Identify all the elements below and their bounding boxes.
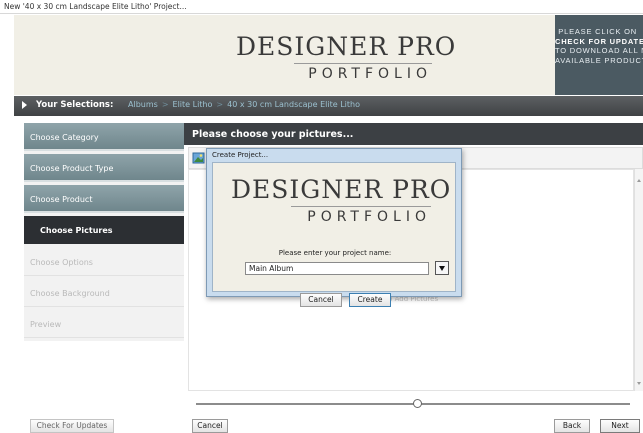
project-name-input[interactable]: [245, 262, 429, 275]
updates-promo-line4: AVAILABLE PRODUCTS: [555, 55, 643, 65]
sidebar: Choose Category Choose Product Type Choo…: [24, 123, 184, 341]
scroll-up-icon[interactable]: [637, 179, 641, 182]
zoom-slider[interactable]: [196, 398, 630, 410]
play-arrow-icon: [22, 101, 27, 109]
updates-promo-line3: TO DOWNLOAD ALL NEW: [555, 46, 643, 55]
vertical-scrollbar[interactable]: [634, 169, 643, 391]
breadcrumb-item[interactable]: 40 x 30 cm Landscape Elite Litho: [227, 100, 360, 109]
dialog-brand-line1: DESIGNER PRO: [231, 175, 452, 204]
header-banner: DESIGNER PRO PORTFOLIO PLEASE CLICK ON C…: [14, 15, 643, 95]
window-titlebar: New '40 x 30 cm Landscape Elite Litho' P…: [0, 0, 643, 14]
sidebar-item-preview: Preview: [24, 310, 184, 338]
chevron-down-icon: [439, 266, 445, 271]
dialog-title: Create Project...: [212, 151, 269, 159]
updates-promo: PLEASE CLICK ON CHECK FOR UPDATES TO DOW…: [555, 15, 643, 95]
sidebar-item-choose-product[interactable]: Choose Product: [24, 185, 184, 213]
updates-promo-line2: CHECK FOR UPDATES: [555, 36, 643, 46]
dialog-brand-rule: [291, 206, 431, 207]
sidebar-item-choose-pictures[interactable]: Choose Pictures: [24, 216, 184, 244]
brand-logo-line2: PORTFOLIO: [308, 66, 432, 82]
selections-bar: Your Selections: Albums > Elite Litho >40 x…: [14, 96, 643, 116]
add-pictures-icon[interactable]: [192, 151, 206, 165]
next-button[interactable]: Next: [600, 419, 640, 433]
breadcrumb-separator-icon: >: [161, 100, 169, 109]
cancel-button[interactable]: Cancel: [192, 419, 228, 433]
zoom-slider-thumb[interactable]: [413, 399, 422, 408]
breadcrumb-item[interactable]: Elite Litho: [173, 100, 213, 109]
main-heading: Please choose your pictures...: [184, 123, 643, 145]
updates-promo-line1: PLEASE CLICK ON: [558, 27, 637, 36]
scroll-down-icon[interactable]: [637, 382, 641, 385]
back-button[interactable]: Back: [554, 419, 590, 433]
sidebar-item-choose-background: Choose Background: [24, 279, 184, 307]
breadcrumb-separator-icon: >: [216, 100, 224, 109]
selections-label: Your Selections:: [36, 100, 114, 110]
window-title: New '40 x 30 cm Landscape Elite Litho' P…: [4, 2, 187, 11]
brand-logo-rule: [294, 63, 432, 64]
check-for-updates-button[interactable]: Check For Updates: [30, 419, 114, 433]
create-project-dialog: Create Project... DESIGNER PRO PORTFOLIO…: [206, 148, 462, 307]
project-name-prompt: Please enter your project name:: [278, 249, 392, 257]
dialog-create-button[interactable]: Create: [349, 293, 391, 307]
dialog-cancel-button[interactable]: Cancel: [300, 293, 342, 307]
brand-logo-line1: DESIGNER PRO: [236, 32, 457, 61]
project-name-dropdown-button[interactable]: [435, 261, 449, 275]
breadcrumb-item[interactable]: Albums: [128, 100, 158, 109]
brand-logo: DESIGNER PRO PORTFOLIO: [236, 32, 457, 83]
sidebar-item-choose-product-type[interactable]: Choose Product Type: [24, 154, 184, 182]
sidebar-item-choose-options: Choose Options: [24, 248, 184, 276]
dialog-brand-logo: DESIGNER PRO PORTFOLIO: [231, 175, 452, 226]
sidebar-item-choose-category[interactable]: Choose Category: [24, 123, 184, 151]
dialog-brand-line2: PORTFOLIO: [307, 209, 431, 225]
breadcrumb: Albums > Elite Litho >40 x 30 cm Landscape …: [128, 100, 360, 109]
dialog-body: DESIGNER PRO PORTFOLIO Please enter your…: [212, 162, 456, 307]
